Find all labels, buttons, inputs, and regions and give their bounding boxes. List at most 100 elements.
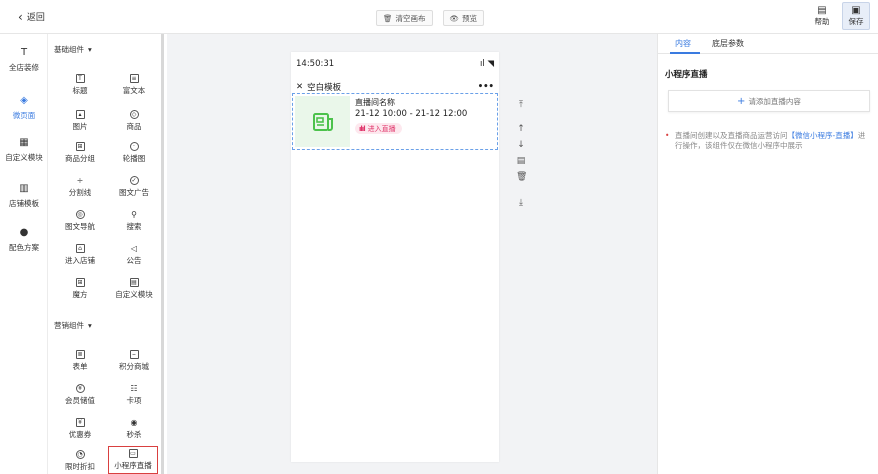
clear-canvas-button[interactable]: 🗑 清空画布	[376, 10, 433, 26]
page-title: 空白模板	[307, 83, 342, 93]
component-member-recharge[interactable]: ¥ 会员储值	[52, 384, 108, 406]
form-icon: ≣	[75, 350, 85, 359]
more-dots-icon[interactable]: •••	[478, 82, 494, 92]
component-panel: 基础组件 ▾ T 标题 ≡ 富文本 ▴ 图片 ◇ 商品 ⊞ 商品分组 · 轮播图 ÷ 分割线 …	[48, 34, 164, 474]
component-rich-text[interactable]: ≡ 富文本	[106, 74, 162, 96]
member-icon: ¥	[75, 384, 85, 393]
properties-tabs: 内容 底层参数	[658, 34, 878, 54]
rich-text-icon: ≡	[129, 74, 139, 83]
component-title[interactable]: T 标题	[52, 74, 108, 96]
coupon-icon: ¥	[75, 418, 85, 427]
component-card[interactable]: ☷ 卡项	[106, 384, 162, 406]
phone-title-bar: ✕ 空白模板 •••	[296, 81, 494, 93]
search-icon: ⚲	[131, 209, 137, 219]
left-nav: T 全店装修 ◈ 微页面 ▦ 自定义模块 ▥ 店铺模板 ● 配色方案	[0, 34, 48, 474]
top-bar: ‹ 返回 🗑 清空画布 👁 预览 ▤ 帮助 ▣ 保存	[0, 0, 878, 34]
close-icon[interactable]: ✕	[296, 82, 303, 92]
phone-preview: 14:50:31 ıl ◥ ✕ 空白模板 ••• 直播间名称 21-12 10:…	[291, 52, 499, 462]
nav-item-micro-page[interactable]: ◈ 微页面	[0, 96, 48, 121]
component-custom-module[interactable]: ▤ 自定义模块	[106, 278, 162, 300]
component-flash-sale[interactable]: ◉ 秒杀	[106, 418, 162, 440]
title-icon: T	[75, 74, 85, 83]
nav-item-color-scheme[interactable]: ● 配色方案	[0, 228, 48, 253]
compass-icon: ◎	[75, 210, 85, 219]
speaker-icon: ◁	[130, 243, 138, 253]
product-icon: ◇	[129, 110, 139, 119]
layers-icon: ◈	[20, 95, 28, 106]
store-icon: ⌂	[75, 244, 85, 253]
product-group-icon: ⊞	[75, 142, 85, 151]
move-down-icon[interactable]: ↓	[516, 140, 526, 150]
nav-item-store-template[interactable]: ▥ 店铺模板	[0, 184, 48, 209]
bullet-icon: •	[665, 131, 670, 140]
component-divider[interactable]: ÷ 分割线	[52, 176, 108, 198]
back-button[interactable]: ‹ 返回	[18, 9, 45, 24]
help-doc-icon: ▤	[817, 5, 827, 16]
component-limited-discount[interactable]: ◔ 限时折扣	[52, 450, 108, 472]
back-label: 返回	[26, 13, 45, 23]
move-up-icon[interactable]: ↑	[516, 124, 526, 134]
properties-panel: 内容 底层参数 小程序直播 + 请添加直播内容 • 直播间创建以及直播商品运营访…	[657, 34, 878, 474]
active-tab-underline	[670, 52, 700, 54]
copy-icon[interactable]: ▤	[516, 156, 526, 166]
chevron-left-icon: ‹	[18, 9, 23, 24]
nav-item-custom-module[interactable]: ▦ 自定义模块	[0, 138, 48, 163]
component-points-mall[interactable]: ⌣ 积分商城	[106, 350, 162, 372]
tab-content[interactable]: 内容	[675, 38, 691, 49]
eye-icon: 👁	[449, 13, 460, 23]
save-button[interactable]: ▣ 保存	[842, 2, 870, 30]
template-icon: ▥	[19, 183, 29, 194]
carousel-icon: ·	[129, 142, 139, 151]
move-bottom-icon[interactable]: ⤓	[516, 198, 526, 208]
live-newspaper-icon	[312, 112, 333, 131]
live-bars-icon: ılıl	[359, 124, 366, 133]
component-image[interactable]: ▴ 图片	[52, 110, 108, 132]
live-component-card[interactable]: 直播间名称 21-12 10:00 - 21-12 12:00 ılıl 进入直…	[292, 93, 498, 150]
live-room-name: 直播间名称	[355, 98, 395, 107]
component-form[interactable]: ≣ 表单	[52, 350, 108, 372]
card-icon: ☷	[130, 383, 138, 393]
live-thumbnail	[295, 96, 350, 147]
wechat-live-link[interactable]: 【微信小程序-直播】	[788, 131, 858, 140]
move-top-icon[interactable]: ⤒	[516, 100, 526, 110]
image-ad-icon: ✓	[129, 176, 139, 185]
phone-status-bar: 14:50:31 ıl ◥	[296, 59, 494, 69]
component-notice[interactable]: ◁ 公告	[106, 244, 162, 266]
component-product-group[interactable]: ⊞ 商品分组	[52, 142, 108, 164]
component-magic-cube[interactable]: ⊞ 魔方	[52, 278, 108, 300]
component-image-ad[interactable]: ✓ 图文广告	[106, 176, 162, 198]
top-right-actions: ▤ 帮助 ▣ 保存	[808, 2, 870, 30]
trash-icon: 🗑	[383, 13, 393, 23]
image-icon: ▴	[75, 110, 85, 119]
component-coupon[interactable]: ¥ 优惠券	[52, 418, 108, 440]
component-search[interactable]: ⚲ 搜索	[106, 210, 162, 232]
basic-components-header[interactable]: 基础组件 ▾	[54, 44, 92, 55]
plus-icon: +	[737, 95, 746, 107]
save-icon: ▣	[851, 5, 861, 16]
help-button[interactable]: ▤ 帮助	[808, 2, 836, 30]
live-time-range: 21-12 10:00 - 21-12 12:00	[355, 109, 468, 119]
preview-button[interactable]: 👁 预览	[442, 10, 485, 26]
add-live-content-button[interactable]: + 请添加直播内容	[668, 90, 870, 112]
status-time: 14:50:31	[296, 59, 335, 69]
enter-live-button[interactable]: ılıl 进入直播	[355, 123, 402, 134]
component-mini-program-live[interactable]: ▭ 小程序直播	[108, 446, 158, 474]
palette-icon: ●	[19, 227, 29, 238]
module-icon: ▦	[19, 137, 29, 148]
panel-title: 小程序直播	[665, 70, 708, 80]
caret-down-icon: ▾	[88, 45, 92, 54]
component-carousel[interactable]: · 轮播图	[106, 142, 162, 164]
timer-icon: ◉	[130, 417, 138, 427]
signal-wifi-icon: ıl ◥	[480, 59, 494, 69]
delete-icon[interactable]: 🗑	[516, 172, 527, 182]
component-enter-store[interactable]: ⌂ 进入店铺	[52, 244, 108, 266]
caret-down-icon: ▾	[88, 321, 92, 330]
points-mall-icon: ⌣	[129, 350, 139, 359]
brush-icon: T	[20, 47, 28, 58]
canvas-actions: 🗑 清空画布 👁 预览	[376, 10, 485, 26]
component-product[interactable]: ◇ 商品	[106, 110, 162, 132]
component-image-nav[interactable]: ◎ 图文导航	[52, 210, 108, 232]
nav-item-store-decor[interactable]: T 全店装修	[0, 48, 48, 73]
tab-bottom-params[interactable]: 底层参数	[712, 38, 744, 49]
marketing-components-header[interactable]: 营销组件 ▾	[54, 320, 92, 331]
